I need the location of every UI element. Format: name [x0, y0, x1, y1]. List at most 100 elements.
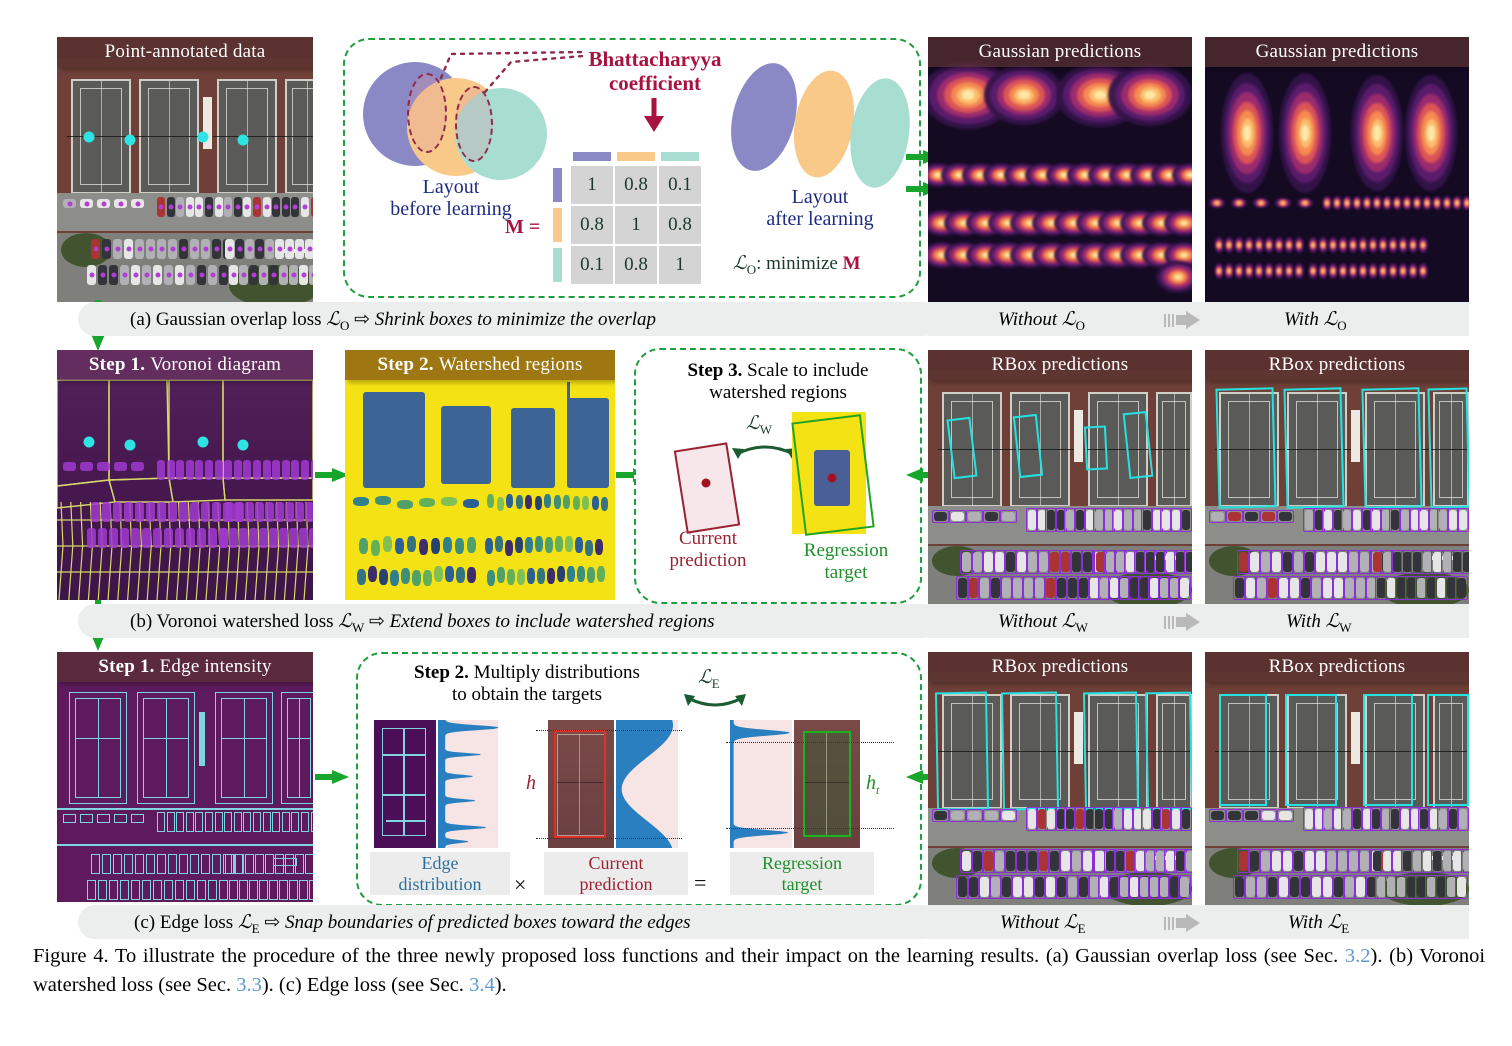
- vehicle-rbox: [1209, 809, 1226, 822]
- gaussian-blob: [1412, 269, 1414, 273]
- vehicle-blob: [212, 502, 221, 522]
- panel-title: RBox predictions: [1205, 350, 1469, 380]
- watershed-region-small: [463, 498, 479, 508]
- gaussian-blob: [1237, 202, 1241, 204]
- gaussian-blob: [1352, 243, 1354, 247]
- edge-rect: [185, 812, 194, 832]
- vehicle-rbox: [1000, 510, 1017, 523]
- matrix-cell: 0.1: [571, 246, 613, 284]
- panel-title: Step 2. Watershed regions: [345, 350, 615, 380]
- vehicle-rbox: [949, 510, 966, 523]
- regression-target-label: Regression target: [803, 540, 889, 583]
- vehicle-blob: [301, 460, 309, 480]
- vehicle-point: [188, 272, 193, 278]
- watershed-region-small: [515, 536, 523, 553]
- vehicle-blob: [224, 460, 233, 480]
- gaussian-overlap-diagram: Layout before learning Bhattacharyya coe…: [343, 38, 921, 298]
- matrix-cell: 0.1: [659, 166, 701, 204]
- edge-rect: [124, 854, 133, 874]
- edge-rect: [243, 812, 252, 832]
- vehicle-blob: [255, 502, 264, 522]
- edge-rect: [142, 880, 151, 900]
- gaussian-blob: [1373, 124, 1381, 142]
- gaussian-blob: [1040, 173, 1046, 177]
- label-without-c: Without ℒE: [1000, 912, 1086, 936]
- watershed-region-small: [525, 537, 533, 554]
- edge-rect: [301, 812, 309, 832]
- edge-rect: [91, 854, 100, 874]
- vehicle-blob: [190, 502, 199, 522]
- watershed-region-small: [441, 496, 457, 506]
- edge-rect: [239, 880, 248, 900]
- vehicle-blob: [131, 528, 140, 548]
- watershed-region-small: [575, 536, 583, 553]
- vehicle-point: [187, 204, 193, 210]
- gaussian-blob: [1312, 243, 1314, 247]
- vehicle-rbox: [1461, 550, 1469, 574]
- panel-edge-intensity: Step 1. Edge intensity: [57, 652, 313, 902]
- vehicle-rbox: [1461, 849, 1469, 873]
- edge-rect: [98, 880, 107, 900]
- matrix-equals-label: M =: [505, 216, 541, 238]
- vehicle-blob: [225, 502, 234, 522]
- layout-after-label: Layout after learning: [766, 186, 874, 231]
- vehicle-point: [301, 272, 306, 278]
- gaussian-blob: [1342, 269, 1344, 273]
- panel-gaussian-predictions-with: Gaussian predictions: [1205, 37, 1469, 302]
- edge-line: [244, 698, 246, 798]
- vehicle-blob: [299, 528, 308, 548]
- gaussian-blob: [1402, 243, 1404, 247]
- vehicle-blob: [275, 502, 284, 522]
- target-center-dot: [827, 473, 837, 483]
- vehicle-point: [181, 246, 186, 252]
- edge-rect: [219, 880, 228, 900]
- target-lower-line: [726, 828, 894, 829]
- watershed-region-small: [525, 494, 532, 509]
- edge-rect: [179, 854, 188, 874]
- edge-rect: [205, 812, 213, 832]
- vehicle-blob: [168, 502, 177, 522]
- distribution-curve: [616, 720, 673, 848]
- heatmap-with: [1205, 37, 1469, 302]
- vehicle-point: [273, 204, 279, 210]
- label-with-c: With ℒE: [1288, 912, 1350, 936]
- vehicle-blob: [197, 528, 206, 548]
- vehicle-blob: [63, 462, 76, 471]
- edge-rect: [235, 854, 244, 874]
- vehicle-point: [214, 246, 219, 252]
- vehicle-blob: [295, 502, 304, 522]
- edge-rect: [299, 880, 308, 900]
- edge-rect: [229, 880, 238, 900]
- watershed-region-small: [553, 495, 561, 510]
- vehicle-point: [118, 201, 123, 206]
- gaussian-blob: [1392, 243, 1394, 247]
- edge-rect: [272, 812, 281, 832]
- watershed-region-small: [375, 496, 391, 506]
- gaussian-blob: [1376, 202, 1378, 204]
- vehicle-point: [225, 204, 231, 210]
- caption-c: (c) Edge loss ℒE ⇨ Snap boundaries of pr…: [134, 912, 691, 936]
- gaussian-blob: [1392, 269, 1394, 273]
- vehicle-point: [158, 204, 164, 210]
- gaussian-blob: [977, 173, 983, 177]
- vehicle-point: [159, 246, 164, 252]
- vehicle-rbox: [932, 510, 949, 523]
- regression-target-label: Regression target: [730, 852, 874, 896]
- vehicle-point: [155, 272, 160, 278]
- gaussian-blob: [1356, 202, 1358, 204]
- panel-title: RBox predictions: [928, 350, 1192, 380]
- overlap-region-1: [407, 73, 447, 153]
- gaussian-blob: [1288, 243, 1290, 247]
- watershed-region-small: [567, 566, 575, 583]
- vehicle-blob: [309, 528, 313, 548]
- caption-b: (b) Voronoi watershed loss ℒW ⇨ Extend b…: [130, 611, 715, 635]
- gaussian-blob: [1406, 202, 1408, 204]
- vehicle-blob: [272, 460, 281, 480]
- vehicle-blob: [281, 460, 290, 480]
- red-down-arrow-icon: [644, 98, 664, 132]
- vehicle-rbox: [983, 510, 1000, 523]
- vehicle-rbox: [1178, 875, 1191, 899]
- vehicle-point: [277, 246, 282, 252]
- vehicle-blob: [114, 462, 127, 471]
- gaussian-blob: [1362, 269, 1364, 273]
